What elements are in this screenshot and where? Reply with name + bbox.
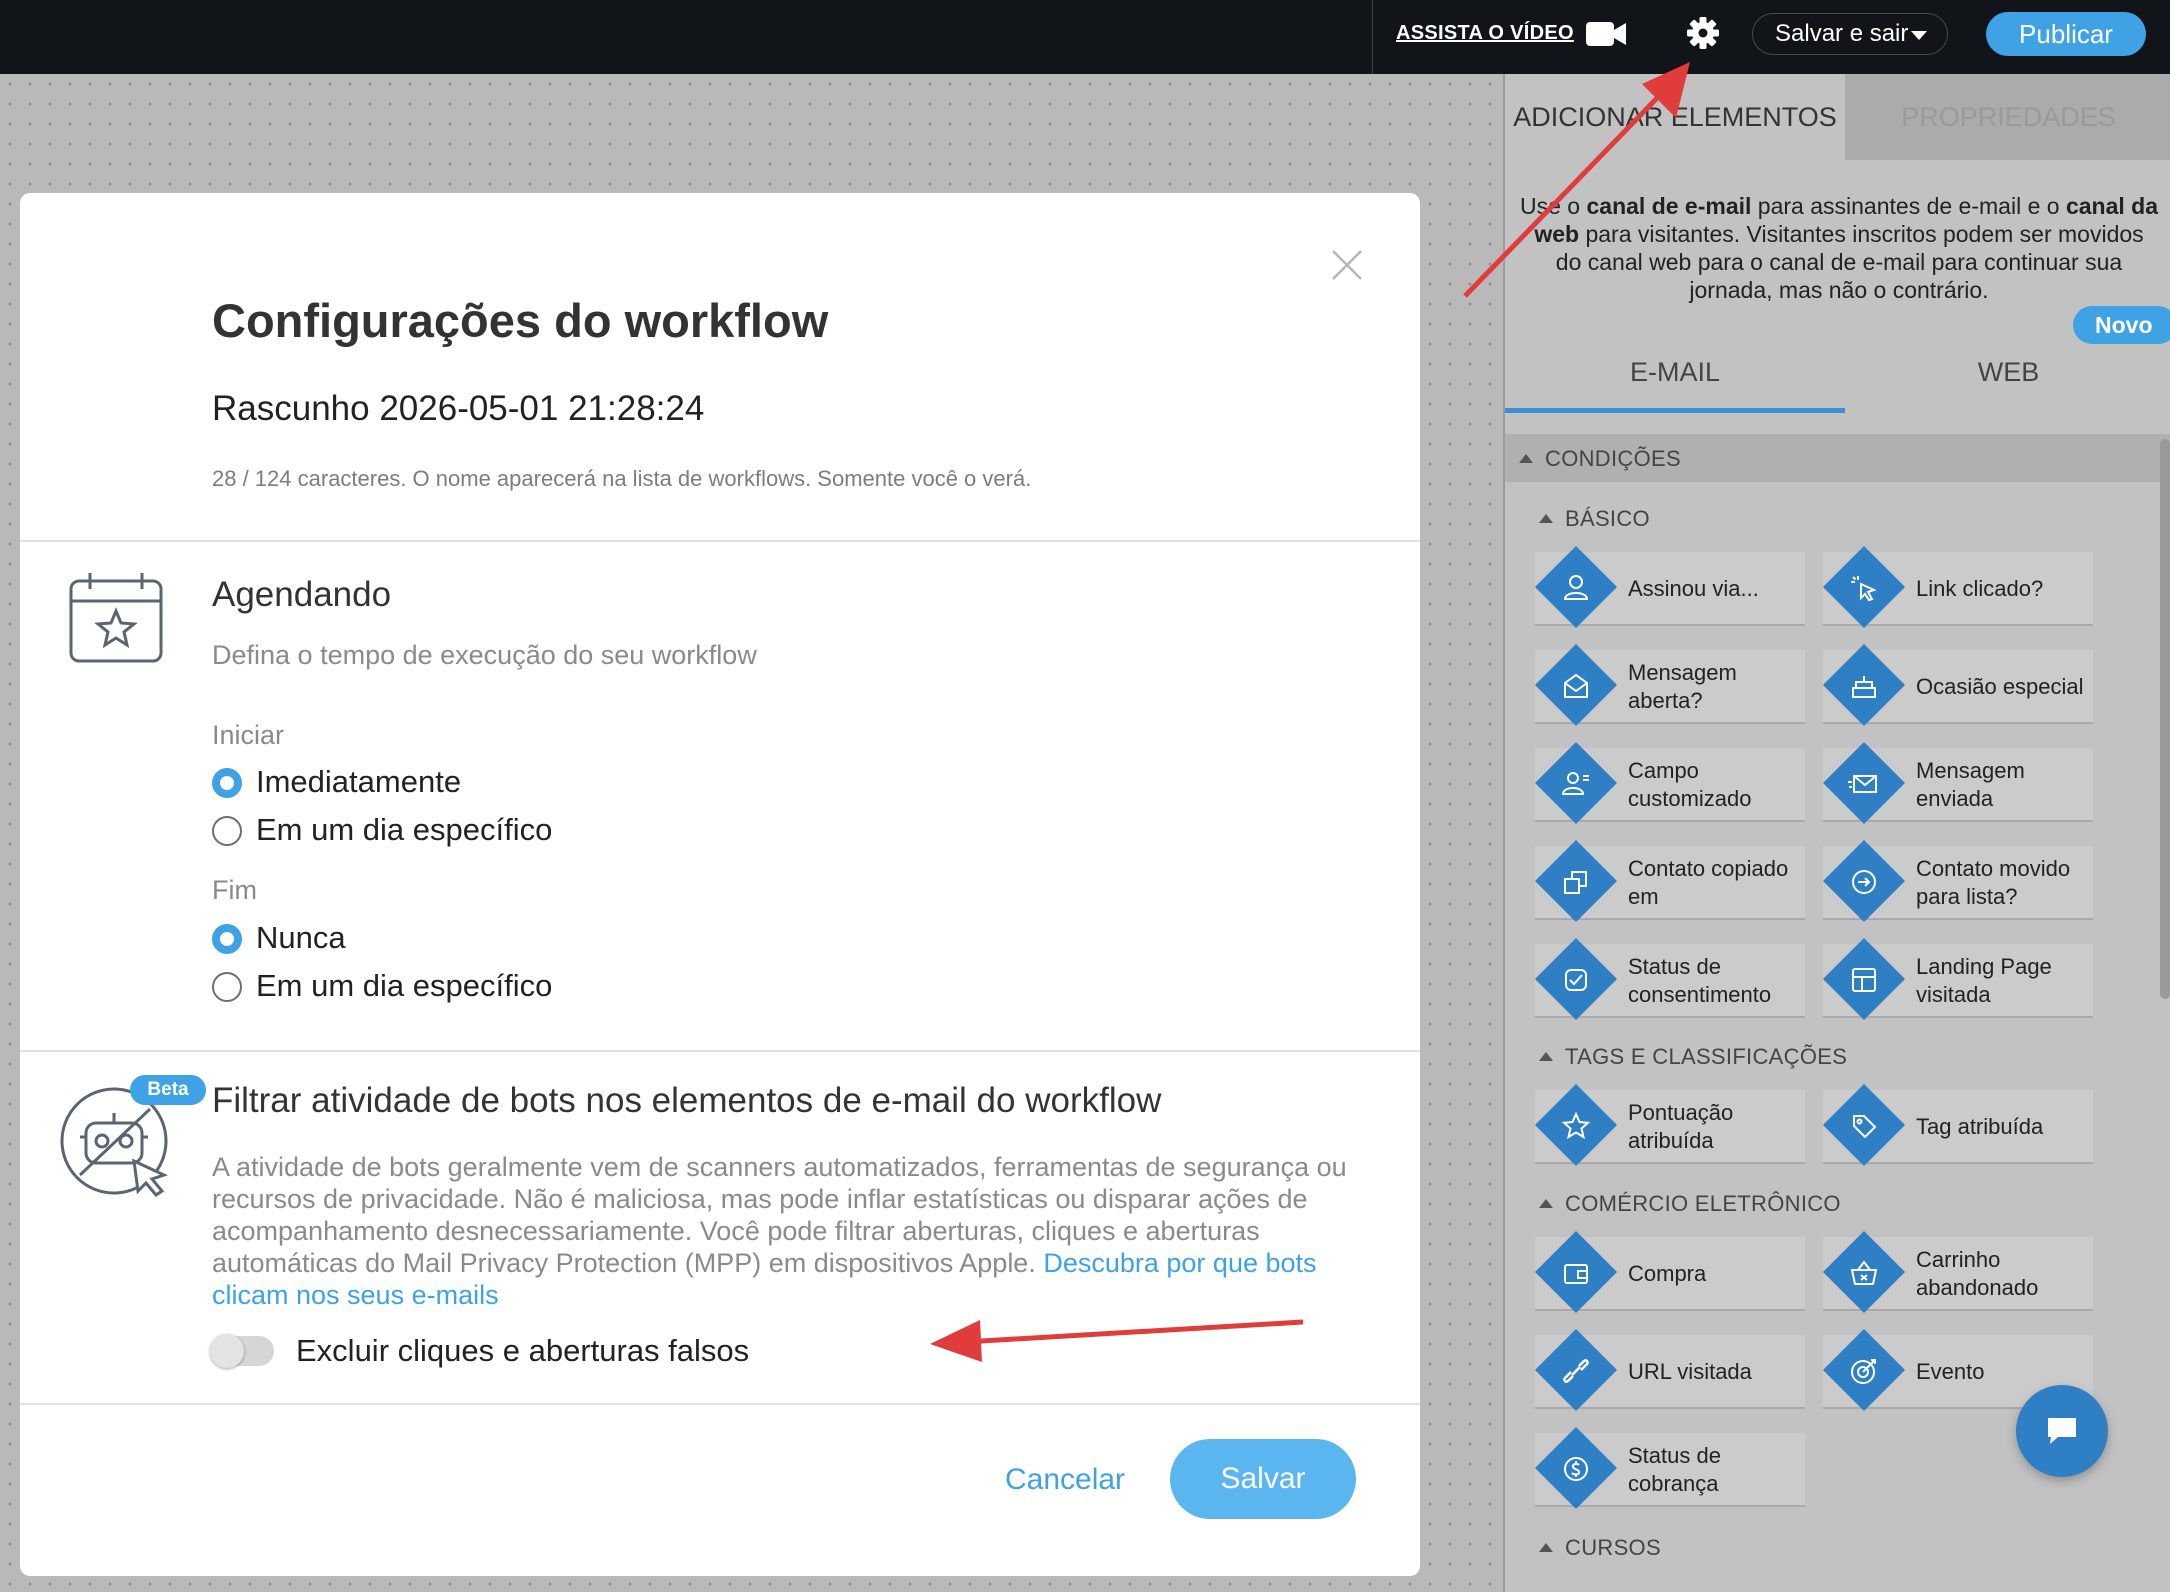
start-label: Iniciar — [212, 720, 285, 750]
scheduling-title: Agendando — [212, 575, 392, 614]
elements-panel: ADICIONAR ELEMENTOS PROPRIEDADES Use o c… — [1503, 74, 2170, 1592]
layout-icon — [1852, 968, 1876, 992]
user-field-icon — [1561, 772, 1589, 795]
divider — [20, 1403, 1420, 1405]
element-contact-copied[interactable]: Contato copiado em — [1534, 839, 1805, 923]
section-ecommerce[interactable]: COMÉRCIO ELETRÔNICO — [1539, 1191, 1841, 1217]
tab-channel-email[interactable]: E-MAIL — [1505, 334, 1845, 410]
start-specific-day-label[interactable]: Em um dia específico — [256, 812, 552, 848]
collapse-triangle-icon — [1539, 514, 1553, 523]
start-immediately-label[interactable]: Imediatamente — [256, 764, 461, 800]
exclude-fake-clicks-label[interactable]: Excluir cliques e aberturas falsos — [296, 1333, 749, 1369]
end-never-radio[interactable] — [212, 924, 242, 954]
element-contact-moved[interactable]: Contato movido para lista? — [1822, 839, 2093, 923]
publish-button[interactable]: Publicar — [1986, 12, 2146, 56]
tab-add-elements[interactable]: ADICIONAR ELEMENTOS — [1505, 74, 1845, 160]
element-abandoned-cart[interactable]: Carrinho abandonado — [1822, 1230, 2093, 1314]
save-button[interactable]: Salvar — [1170, 1439, 1356, 1519]
collapse-triangle-icon — [1539, 1199, 1553, 1208]
tag-icon — [1853, 1115, 1877, 1139]
element-message-opened[interactable]: Mensagem aberta? — [1534, 643, 1805, 727]
calendar-star-icon — [69, 573, 163, 663]
element-score-assigned[interactable]: Pontuação atribuída — [1534, 1083, 1805, 1167]
element-subscribed-via[interactable]: Assinou via... — [1534, 545, 1805, 629]
basket-icon — [1850, 1260, 1878, 1285]
exclude-fake-clicks-toggle[interactable] — [210, 1334, 274, 1368]
cursor-click-icon — [1851, 576, 1877, 602]
watch-video-link[interactable]: ASSISTA O VÍDEO — [1396, 20, 1574, 46]
close-icon[interactable] — [1330, 248, 1364, 282]
bot-filter-title: Filtrar atividade de bots nos elementos … — [212, 1081, 1162, 1120]
top-bar-divider — [1372, 0, 1373, 74]
wallet-icon — [1564, 1264, 1588, 1284]
copy-icon — [1564, 871, 1587, 894]
section-conditions[interactable]: CONDIÇÕES — [1519, 446, 1681, 472]
end-never-label[interactable]: Nunca — [256, 920, 346, 956]
element-billing-status[interactable]: Status de cobrança — [1534, 1426, 1805, 1510]
active-tab-indicator — [1505, 408, 1845, 413]
start-specific-day-radio[interactable] — [212, 816, 242, 846]
collapse-triangle-icon — [1519, 454, 1533, 463]
element-custom-field[interactable]: Campo customizado — [1534, 741, 1805, 825]
section-courses[interactable]: CURSOS — [1539, 1535, 1661, 1561]
panel-scrollbar[interactable] — [2160, 439, 2170, 999]
move-arrow-icon — [1852, 870, 1876, 894]
element-special-occasion[interactable]: Ocasião especial — [1822, 643, 2093, 727]
envelope-open-icon — [1564, 673, 1588, 698]
video-camera-icon[interactable] — [1586, 20, 1626, 48]
channel-description: Use o canal de e-mail para assinantes de… — [1520, 193, 2158, 303]
collapse-triangle-icon — [1539, 1052, 1553, 1061]
section-tags[interactable]: TAGS E CLASSIFICAÇÕES — [1539, 1044, 1847, 1070]
element-landing-page-visited[interactable]: Landing Page visitada — [1822, 937, 2093, 1021]
divider — [20, 540, 1420, 542]
bot-filter-description: A atividade de bots geralmente vem de sc… — [212, 1152, 1347, 1310]
check-shield-icon — [1565, 969, 1587, 991]
char-count-hint: 28 / 124 caracteres. O nome aparecerá na… — [212, 466, 1032, 491]
tab-channel-web[interactable]: WEB — [1845, 334, 2170, 410]
cancel-button[interactable]: Cancelar — [990, 1455, 1140, 1505]
tab-properties[interactable]: PROPRIEDADES — [1845, 74, 2170, 160]
end-label: Fim — [212, 875, 257, 905]
cake-icon — [1852, 676, 1876, 698]
section-basic[interactable]: BÁSICO — [1539, 506, 1650, 532]
workflow-name-field[interactable]: Rascunho 2026-05-01 21:28:24 — [212, 389, 704, 429]
save-and-exit-dropdown[interactable]: Salvar e sair — [1752, 13, 1948, 55]
divider — [20, 1050, 1420, 1052]
start-immediately-radio[interactable] — [212, 768, 242, 798]
billing-icon — [1564, 1457, 1588, 1481]
workflow-settings-modal: Configurações do workflow Rascunho 2026-… — [20, 193, 1420, 1576]
beta-badge: Beta — [130, 1075, 206, 1105]
star-icon — [1561, 1111, 1591, 1140]
modal-title: Configurações do workflow — [212, 294, 829, 347]
element-link-clicked[interactable]: Link clicado? — [1822, 545, 2093, 629]
user-icon — [1563, 575, 1589, 600]
envelope-sent-icon — [1848, 775, 1877, 793]
element-purchase[interactable]: Compra — [1534, 1230, 1805, 1314]
gear-icon[interactable] — [1686, 16, 1720, 50]
top-bar: ASSISTA O VÍDEO Salvar e sair Publicar — [0, 0, 2170, 74]
caret-down-icon — [1911, 31, 1927, 40]
element-consent-status[interactable]: Status de consentimento — [1534, 937, 1805, 1021]
chat-bubble-icon — [2048, 1418, 2076, 1444]
element-url-visited[interactable]: URL visitada — [1534, 1328, 1805, 1412]
end-specific-day-label[interactable]: Em um dia específico — [256, 968, 552, 1004]
target-icon — [1851, 1359, 1876, 1384]
end-specific-day-radio[interactable] — [212, 972, 242, 1002]
link-icon — [1563, 1359, 1589, 1383]
chat-button[interactable] — [2016, 1385, 2108, 1477]
element-tag-assigned[interactable]: Tag atribuída — [1822, 1083, 2093, 1167]
element-message-sent[interactable]: Mensagem enviada — [1822, 741, 2093, 825]
scheduling-subtitle: Defina o tempo de execução do seu workfl… — [212, 640, 757, 670]
collapse-triangle-icon — [1539, 1543, 1553, 1552]
save-and-exit-label: Salvar e sair — [1775, 20, 1909, 47]
